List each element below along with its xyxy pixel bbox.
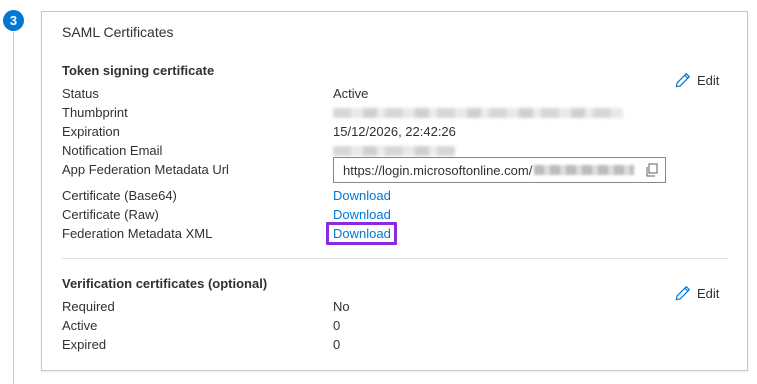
cert-raw-label: Certificate (Raw) <box>62 207 159 222</box>
status-value: Active <box>333 86 369 101</box>
card-title: SAML Certificates <box>62 24 174 40</box>
expiration-value: 15/12/2026, 22:42:26 <box>333 124 456 139</box>
status-label: Status <box>62 86 99 101</box>
notification-email-label: Notification Email <box>62 143 163 158</box>
cert-base64-download-link[interactable]: Download <box>333 188 391 203</box>
section-divider <box>62 258 728 259</box>
active-value: 0 <box>333 318 341 333</box>
active-label: Active <box>62 318 98 333</box>
edit-label: Edit <box>697 72 720 88</box>
verification-edit-button[interactable]: Edit <box>675 285 719 301</box>
cert-raw-download-link[interactable]: Download <box>333 207 391 222</box>
expiration-label: Expiration <box>62 124 120 139</box>
token-signing-edit-button[interactable]: Edit <box>675 72 719 88</box>
highlight-box <box>326 222 397 245</box>
step-connector-line <box>13 32 14 384</box>
step-number-badge: 3 <box>3 10 24 31</box>
pencil-icon <box>675 73 690 88</box>
metadata-url-field[interactable]: https://login.microsoftonline.com/ <box>333 157 666 183</box>
token-signing-section-title: Token signing certificate <box>62 63 215 78</box>
federation-xml-label: Federation Metadata XML <box>62 226 213 241</box>
metadata-url-redacted-part <box>534 165 635 175</box>
metadata-url-label: App Federation Metadata Url <box>62 162 229 177</box>
edit-label: Edit <box>697 285 720 301</box>
required-value: No <box>333 299 350 314</box>
expired-label: Expired <box>62 337 107 352</box>
thumbprint-label: Thumbprint <box>62 105 128 120</box>
expired-value: 0 <box>333 337 341 352</box>
verification-section-title: Verification certificates (optional) <box>62 276 268 291</box>
copy-icon[interactable] <box>645 163 659 177</box>
notification-email-redacted-value <box>333 146 455 156</box>
cert-base64-label: Certificate (Base64) <box>62 188 177 203</box>
saml-certificates-card: SAML Certificates Token signing certific… <box>41 11 748 371</box>
metadata-url-text: https://login.microsoftonline.com/ <box>343 162 533 178</box>
pencil-icon <box>675 286 690 301</box>
thumbprint-redacted-value <box>333 108 623 118</box>
required-label: Required <box>62 299 115 314</box>
